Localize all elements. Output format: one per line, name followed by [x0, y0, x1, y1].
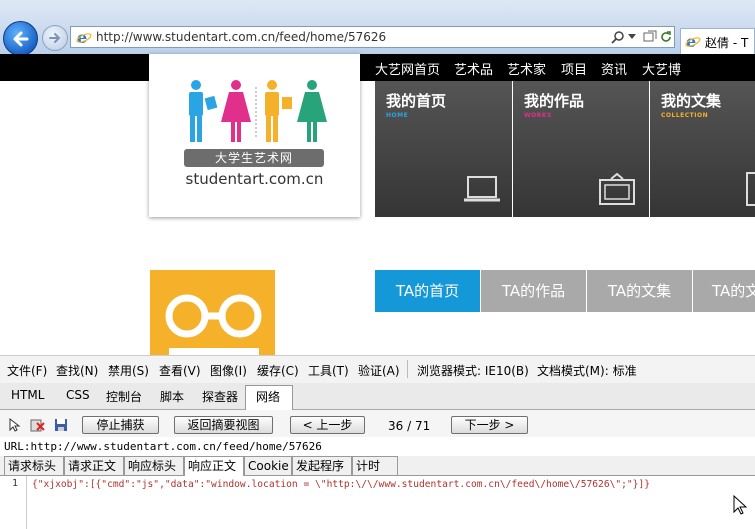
menu-find[interactable]: 查找(N) — [56, 362, 98, 379]
avatar — [150, 270, 275, 355]
menu-file[interactable]: 文件(F) — [7, 362, 47, 379]
nav-item-expo[interactable]: 大艺博 — [642, 59, 681, 78]
tile-subtitle: HOME — [386, 112, 409, 119]
tab-ie-icon: e — [685, 33, 701, 49]
menu-disable[interactable]: 禁用(S) — [108, 362, 149, 379]
subtab-initiator[interactable]: 发起程序 — [292, 456, 352, 475]
request-counter: 36 / 71 — [388, 419, 431, 433]
refresh-icon[interactable] — [659, 30, 673, 44]
address-text: http://www.studentart.com.cn/feed/home/5… — [96, 30, 387, 44]
tile-my-home[interactable]: 我的首页 HOME — [375, 81, 513, 217]
tab-network[interactable]: 网络 — [256, 388, 280, 405]
menu-view[interactable]: 查看(V) — [159, 362, 201, 379]
tab-ta-collection[interactable]: TA的文集 — [587, 270, 693, 312]
picture-frame-icon — [599, 173, 635, 205]
prev-button[interactable]: < 上一步 — [290, 416, 365, 434]
nav-item-artworks[interactable]: 艺术品 — [454, 59, 493, 78]
browser-tab[interactable]: e 赵倩 - T — [680, 28, 755, 54]
tile-subtitle: COLLECTION — [661, 112, 709, 119]
menu-cache[interactable]: 缓存(C) — [257, 362, 299, 379]
tab-console[interactable]: 控制台 — [106, 388, 142, 405]
logo-figures-icon — [189, 80, 327, 142]
subtab-request-headers[interactable]: 请求标头 — [4, 456, 64, 475]
address-bar[interactable]: e http://www.studentart.com.cn/feed/home… — [70, 26, 675, 48]
stop-capture-button[interactable]: 停止捕获 — [82, 416, 159, 434]
response-code: {"xjxobj":[{"cmd":"js","data":"window.lo… — [32, 479, 651, 490]
back-to-summary-button[interactable]: 返回摘要视图 — [174, 416, 273, 434]
tab-ta-articles[interactable]: TA的文 — [693, 270, 755, 312]
select-element-icon[interactable] — [9, 418, 21, 432]
back-button[interactable] — [3, 21, 38, 56]
tile-title: 我的文集 — [661, 92, 722, 110]
nav-item-projects[interactable]: 项目 — [561, 59, 587, 78]
nav-item-home[interactable]: 大艺网首页 — [375, 59, 440, 78]
line-number: 1 — [12, 478, 19, 489]
menu-browser-mode[interactable]: 浏览器模式: IE10(B) — [417, 362, 529, 379]
tile-title: 我的首页 — [386, 92, 447, 110]
subtab-timing[interactable]: 计时 — [352, 456, 398, 475]
tab-script[interactable]: 脚本 — [160, 388, 184, 405]
forward-arrow-icon — [49, 33, 61, 43]
laptop-icon — [464, 176, 500, 202]
tile-my-works[interactable]: 我的作品 WORKS — [513, 81, 650, 217]
ie-page-icon: e — [76, 29, 92, 45]
compatibility-view-icon[interactable] — [643, 30, 657, 44]
mouse-cursor-icon — [733, 495, 747, 515]
logo-banner: 大学生艺术网 — [184, 149, 324, 167]
menu-tools[interactable]: 工具(T) — [308, 362, 349, 379]
subtab-request-body[interactable]: 请求正文 — [64, 456, 124, 475]
tab-title: 赵倩 - T — [705, 36, 749, 50]
clear-icon[interactable] — [30, 418, 46, 432]
tab-ta-home[interactable]: TA的首页 — [375, 270, 481, 312]
book-icon — [746, 172, 755, 206]
tab-profiler[interactable]: 探查器 — [202, 388, 238, 405]
back-arrow-icon — [13, 31, 28, 46]
subtab-response-body[interactable]: 响应正文 — [184, 456, 244, 476]
next-button[interactable]: 下一步 > — [451, 416, 528, 434]
tab-css[interactable]: CSS — [66, 388, 90, 402]
subtab-response-headers[interactable]: 响应标头 — [124, 456, 184, 475]
subtab-cookie[interactable]: Cookie — [244, 456, 292, 475]
tile-title: 我的作品 — [524, 92, 585, 110]
forward-button[interactable] — [42, 25, 68, 51]
tile-subtitle: WORKS — [524, 112, 552, 119]
menu-validate[interactable]: 验证(A) — [358, 362, 400, 379]
logo-domain: studentart.com.cn — [185, 170, 324, 188]
search-icon[interactable] — [611, 30, 625, 44]
site-logo[interactable]: 大学生艺术网 studentart.com.cn — [149, 54, 360, 217]
tab-ta-works[interactable]: TA的作品 — [481, 270, 587, 312]
tab-html[interactable]: HTML — [11, 388, 44, 402]
glasses-icon — [165, 294, 262, 355]
save-icon[interactable] — [54, 418, 68, 432]
chevron-down-icon[interactable] — [628, 34, 636, 40]
nav-item-artists[interactable]: 艺术家 — [507, 59, 546, 78]
menu-divider — [407, 360, 408, 378]
menu-images[interactable]: 图像(I) — [210, 362, 247, 379]
menu-document-mode[interactable]: 文档模式(M): 标准 — [537, 362, 637, 379]
nav-item-news[interactable]: 资讯 — [601, 59, 627, 78]
tile-my-collection[interactable]: 我的文集 COLLECTION — [650, 81, 755, 217]
request-url: URL:http://www.studentart.com.cn/feed/ho… — [4, 440, 322, 453]
